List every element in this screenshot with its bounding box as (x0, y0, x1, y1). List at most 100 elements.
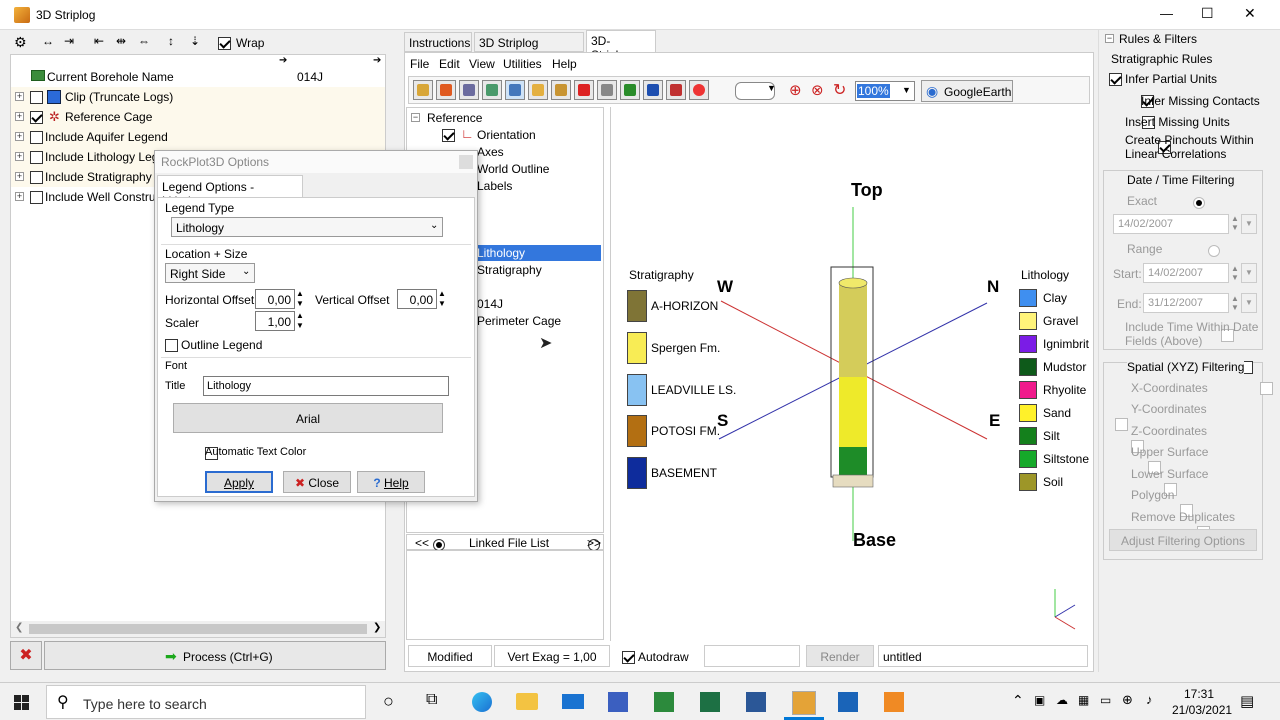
record-icon[interactable] (689, 80, 709, 100)
ref-item-lithology[interactable]: Lithology (477, 246, 525, 260)
x-coordinates-checkbox[interactable] (1260, 382, 1274, 396)
prev-file-button[interactable]: << (415, 536, 429, 550)
save-icon[interactable] (459, 80, 479, 100)
add-icon[interactable] (436, 80, 456, 100)
calendar-dropdown[interactable]: ▼ (1241, 293, 1257, 313)
title-input[interactable]: Lithology (203, 376, 449, 396)
onedrive-icon[interactable]: ☁ (1056, 693, 1068, 707)
vertical-icon[interactable]: ↕ (168, 34, 174, 48)
ref-item-perimeter-cage[interactable]: Perimeter Cage (477, 314, 561, 328)
process-button[interactable]: ➡ Process (Ctrl+G) (44, 641, 386, 670)
chevron-down-icon[interactable]: ▼ (767, 83, 776, 93)
viewport-3d[interactable]: Top Base W N S E Stratigraphy A-HORIZON … (539, 107, 1090, 641)
aquifer-checkbox[interactable] (30, 131, 43, 145)
tray-icon-3[interactable]: ▦ (1078, 693, 1089, 707)
autodraw-checkbox[interactable] (622, 651, 635, 665)
rockworks-icon[interactable] (792, 691, 816, 715)
down-icon[interactable]: ⇣ (190, 34, 200, 48)
font-button[interactable]: Arial (173, 403, 443, 433)
spinner-icon[interactable]: ▲ ▼ (296, 311, 304, 331)
zoom-select[interactable]: 100% ▼ (855, 81, 915, 101)
photos-icon[interactable] (838, 692, 858, 712)
resize-icon[interactable]: ⇔ (138, 34, 150, 48)
flip-icon[interactable]: ⊕ (789, 81, 802, 99)
dialog-close-icon[interactable] (459, 155, 473, 169)
range-radio[interactable] (1208, 244, 1221, 257)
ref-item-labels[interactable]: Labels (477, 179, 512, 193)
tree-row-aquifer[interactable]: + Include Aquifer Legend (11, 127, 385, 147)
tree-row-reference-cage[interactable]: + ✲ Reference Cage (11, 107, 385, 127)
word-icon[interactable] (746, 692, 766, 712)
adjust-filtering-button[interactable]: Adjust Filtering Options (1109, 529, 1257, 551)
menu-utilities[interactable]: Utilities (503, 57, 542, 71)
mirror-icon[interactable]: ⊗ (811, 81, 824, 99)
apply-button[interactable]: Apply (205, 471, 273, 493)
select-icon[interactable] (505, 80, 525, 100)
spinner-icon[interactable]: ▲ ▼ (296, 289, 304, 309)
app-green-icon[interactable] (654, 692, 674, 712)
delete-icon[interactable] (574, 80, 594, 100)
notification-icon[interactable]: ▤ (1240, 692, 1254, 710)
expand-toggle[interactable]: + (15, 132, 24, 141)
task-view-icon[interactable]: ⧉ (426, 691, 437, 709)
edge-icon[interactable] (472, 692, 492, 712)
expand-toggle[interactable]: + (15, 192, 24, 201)
v-offset-input[interactable]: 0,00 (397, 289, 437, 309)
expand-toggle[interactable]: + (15, 112, 24, 121)
location-select[interactable]: Right Side ⌄ (165, 263, 255, 283)
horizontal-scrollbar[interactable]: ❮ ❯ (11, 621, 385, 637)
refresh-icon[interactable]: ↻ (833, 80, 846, 100)
reference-cage-checkbox[interactable] (30, 111, 43, 125)
infer-partial-checkbox[interactable] (1109, 73, 1122, 87)
zoom-in-icon[interactable] (528, 80, 548, 100)
next-file-button[interactable]: >> (587, 536, 601, 550)
tab-3d-striplog[interactable]: 3D-Striplog (586, 30, 656, 62)
exact-date-input[interactable]: 14/02/2007 (1113, 214, 1229, 234)
pin-icon[interactable]: ➔ (279, 55, 287, 66)
expand-toggle[interactable]: + (15, 152, 24, 161)
tree-row-clip[interactable]: + Clip (Truncate Logs) (11, 87, 385, 107)
y-coordinates-checkbox[interactable] (1115, 417, 1128, 431)
tab-designer[interactable]: 3D Striplog Designer (474, 32, 584, 64)
excel-icon[interactable] (700, 692, 720, 712)
outline-legend-checkbox[interactable] (165, 339, 178, 353)
collapse-icon[interactable]: ⇤ (94, 34, 104, 48)
tab-instructions[interactable]: Instructions (404, 32, 472, 52)
move-icon[interactable] (597, 80, 617, 100)
tray-chevron-up-icon[interactable]: ⌃ (1012, 692, 1024, 709)
pan-icon[interactable] (666, 80, 686, 100)
google-earth-button[interactable]: ◉ GoogleEarth (921, 80, 1013, 102)
pin-icon-2[interactable]: ➔ (373, 55, 381, 66)
menu-view[interactable]: View (469, 57, 495, 71)
help-button[interactable]: ? Help (357, 471, 425, 493)
mail-icon[interactable] (562, 694, 584, 709)
camera-icon[interactable] (643, 80, 663, 100)
calendar-dropdown[interactable]: ▼ (1241, 214, 1257, 234)
volume-icon[interactable]: ♪ (1146, 692, 1153, 707)
menu-edit[interactable]: Edit (439, 57, 460, 71)
widen-icon[interactable]: ↔ (42, 34, 54, 48)
lithology-checkbox[interactable] (30, 151, 43, 165)
scroll-thumb[interactable] (29, 624, 367, 634)
expand-toggle[interactable]: + (15, 92, 24, 101)
date-spinner-icon[interactable]: ▲ ▼ (1231, 294, 1239, 312)
clock-date[interactable]: 21/03/2021 (1172, 703, 1232, 717)
app-orange-icon[interactable] (884, 692, 904, 712)
maximize-button[interactable]: ☐ (1201, 5, 1214, 22)
menu-file[interactable]: File (410, 57, 429, 71)
dialog-tab-legend-options[interactable]: Legend Options - Lithology (157, 175, 303, 208)
expand-toggle[interactable]: + (15, 172, 24, 181)
app-a-icon[interactable] (608, 692, 628, 712)
scroll-left-icon[interactable]: ❮ (15, 622, 23, 633)
open-icon[interactable] (413, 80, 433, 100)
ref-item-orientation[interactable]: Orientation (477, 128, 536, 142)
date-spinner-icon[interactable]: ▲ ▼ (1231, 214, 1239, 232)
battery-icon[interactable]: ▭ (1100, 693, 1111, 707)
stratigraphy-checkbox[interactable] (30, 171, 43, 185)
legend-type-select[interactable]: Lithology ⌄ (171, 217, 443, 237)
fit-icon[interactable]: ⇹ (116, 34, 126, 48)
expand-icon[interactable]: ⇥ (64, 34, 74, 48)
tree-row-borehole[interactable]: Current Borehole Name 014J (11, 67, 385, 87)
orientation-checkbox[interactable] (442, 129, 455, 143)
clock-time[interactable]: 17:31 (1184, 687, 1214, 701)
